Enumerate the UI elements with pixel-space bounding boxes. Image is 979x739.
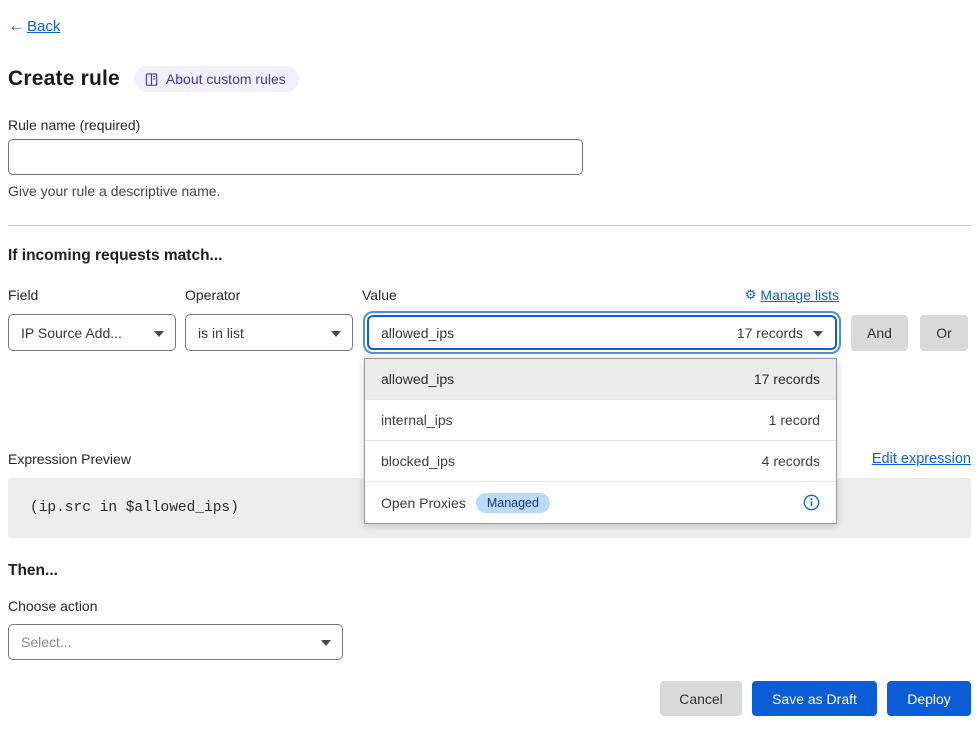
list-item-records: 4 records bbox=[762, 453, 820, 469]
list-item-allowed-ips[interactable]: allowed_ips 17 records bbox=[365, 359, 836, 400]
match-section-heading: If incoming requests match... bbox=[8, 247, 971, 265]
list-item-name: Open Proxies bbox=[381, 495, 466, 511]
book-icon bbox=[144, 72, 159, 87]
rule-name-label: Rule name (required) bbox=[8, 117, 971, 133]
footer-actions: Cancel Save as Draft Deploy bbox=[8, 681, 971, 736]
field-label: Field bbox=[8, 287, 176, 303]
field-select[interactable]: IP Source Add... bbox=[8, 314, 176, 351]
manage-lists-label: Manage lists bbox=[760, 287, 839, 303]
edit-expression-link[interactable]: Edit expression bbox=[872, 451, 971, 467]
back-arrow-icon: ← bbox=[8, 16, 25, 36]
action-select[interactable]: Select... bbox=[8, 624, 343, 660]
rule-name-input[interactable] bbox=[8, 139, 583, 175]
operator-select[interactable]: is in list bbox=[185, 314, 353, 351]
expression-preview-label: Expression Preview bbox=[8, 451, 131, 467]
managed-badge: Managed bbox=[476, 493, 550, 513]
value-select-name: allowed_ips bbox=[381, 325, 454, 341]
list-item-open-proxies[interactable]: Open Proxies Managed bbox=[365, 482, 836, 523]
cancel-button[interactable]: Cancel bbox=[660, 681, 742, 716]
list-item-name: allowed_ips bbox=[381, 371, 454, 387]
operator-select-value: is in list bbox=[198, 325, 244, 341]
value-select[interactable]: allowed_ips 17 records bbox=[367, 315, 837, 350]
list-item-name: internal_ips bbox=[381, 412, 453, 428]
operator-label: Operator bbox=[185, 287, 353, 303]
expression-code: (ip.src in $allowed_ips) bbox=[30, 500, 239, 516]
chevron-down-icon bbox=[813, 331, 823, 337]
action-select-placeholder: Select... bbox=[21, 634, 72, 650]
create-rule-page: ←Back Create rule About custom rules Rul… bbox=[0, 0, 979, 736]
chevron-down-icon bbox=[331, 331, 341, 337]
list-item-records: 17 records bbox=[754, 371, 820, 387]
choose-action-label: Choose action bbox=[8, 598, 971, 614]
about-badge-label: About custom rules bbox=[166, 71, 286, 87]
section-divider bbox=[8, 225, 971, 226]
chevron-down-icon bbox=[321, 640, 331, 646]
about-custom-rules-link[interactable]: About custom rules bbox=[134, 66, 299, 92]
list-dropdown-panel: allowed_ips 17 records internal_ips 1 re… bbox=[364, 358, 837, 524]
back-label: Back bbox=[27, 18, 60, 35]
or-button[interactable]: Or bbox=[920, 315, 968, 351]
field-select-value: IP Source Add... bbox=[21, 325, 122, 341]
and-button[interactable]: And bbox=[851, 315, 908, 351]
list-item-name: blocked_ips bbox=[381, 453, 455, 469]
deploy-button[interactable]: Deploy bbox=[887, 681, 971, 716]
rule-name-helper: Give your rule a descriptive name. bbox=[8, 183, 971, 199]
list-item-internal-ips[interactable]: internal_ips 1 record bbox=[365, 400, 836, 441]
back-link[interactable]: ←Back bbox=[8, 16, 60, 36]
value-select-records: 17 records bbox=[737, 325, 803, 341]
title-row: Create rule About custom rules bbox=[8, 66, 971, 92]
value-select-wrap: allowed_ips 17 records allowed_ips 17 re… bbox=[367, 315, 837, 350]
list-item-blocked-ips[interactable]: blocked_ips 4 records bbox=[365, 441, 836, 482]
manage-lists-link[interactable]: ⚙ Manage lists bbox=[745, 287, 839, 303]
condition-row: IP Source Add... is in list allowed_ips … bbox=[8, 314, 971, 351]
then-heading: Then... bbox=[8, 562, 971, 580]
chevron-down-icon bbox=[154, 331, 164, 337]
condition-labels-row: Field Operator Value ⚙ Manage lists bbox=[8, 287, 971, 303]
info-icon[interactable] bbox=[803, 494, 820, 511]
save-as-draft-button[interactable]: Save as Draft bbox=[752, 681, 877, 716]
page-title: Create rule bbox=[8, 67, 120, 91]
gear-icon: ⚙ bbox=[745, 287, 757, 303]
list-item-records: 1 record bbox=[769, 412, 820, 428]
value-label: Value bbox=[362, 287, 397, 303]
